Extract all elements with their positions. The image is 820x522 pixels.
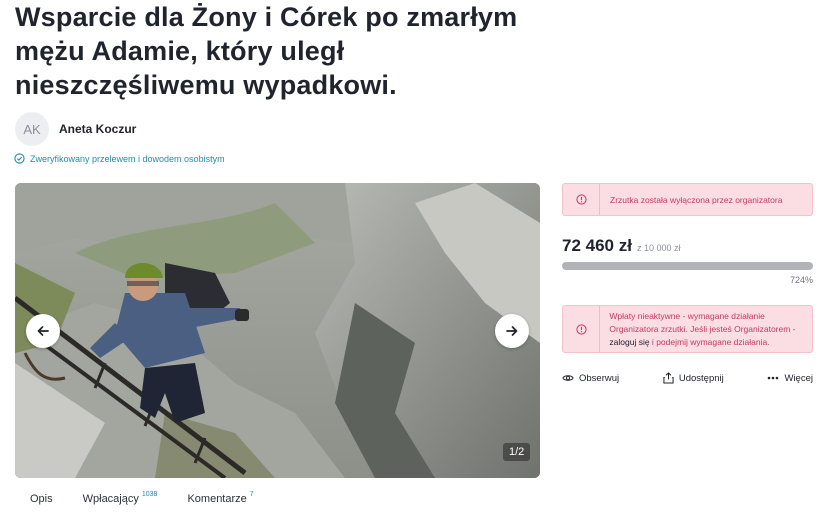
- alert-message: Wpłaty nieaktywne - wymagane działanie O…: [609, 310, 812, 349]
- funding-progress-bar: [562, 262, 813, 270]
- eye-icon: [562, 375, 574, 381]
- amount-raised: 72 460 zł: [562, 236, 632, 255]
- action-bar: Obserwuj Udostępnij Więcej: [562, 372, 813, 384]
- take-action-link[interactable]: podejmij wymagane działania: [656, 337, 767, 347]
- funding-amount: 72 460 zł z 10 000 zł: [562, 236, 680, 256]
- more-button[interactable]: Więcej: [767, 372, 813, 384]
- campaign-disabled-alert: Zrzutka została wyłączona przez organiza…: [562, 183, 813, 216]
- more-dots-icon: [768, 376, 779, 380]
- info-circle-icon: [575, 323, 587, 335]
- amount-goal: z 10 000 zł: [636, 243, 681, 253]
- avatar[interactable]: AK: [15, 112, 49, 146]
- tab-label: Komentarze: [187, 493, 247, 505]
- photo-gallery[interactable]: 1/2: [15, 183, 540, 478]
- arrow-right-icon: [506, 326, 518, 336]
- share-label: Udostępnij: [678, 372, 724, 384]
- alert-text-after: .: [767, 336, 770, 347]
- watch-button[interactable]: Obserwuj: [562, 372, 619, 384]
- check-circle-icon: [14, 153, 25, 164]
- watch-label: Obserwuj: [579, 372, 620, 384]
- tab-komentarze[interactable]: Komentarze 7: [187, 491, 254, 505]
- previous-photo-button[interactable]: [26, 314, 60, 348]
- tab-count: 1038: [141, 491, 158, 498]
- tab-label: Wpłacający: [82, 493, 139, 505]
- share-icon: [663, 372, 674, 384]
- tab-label: Opis: [30, 493, 53, 505]
- alert-text: Zrzutka została wyłączona przez organiza…: [610, 194, 783, 205]
- tab-wplacajacy[interactable]: Wpłacający 1038: [82, 491, 158, 505]
- tab-opis[interactable]: Opis: [30, 493, 53, 505]
- tab-count: 7: [249, 491, 254, 498]
- arrow-left-icon: [37, 326, 49, 336]
- photo-counter: 1/2: [503, 443, 531, 461]
- progress-fill: [562, 262, 813, 270]
- info-circle-icon: [575, 194, 587, 205]
- verified-badge: Zweryfikowany przelewem i dowodem osobis…: [14, 153, 225, 164]
- more-label: Więcej: [784, 372, 813, 384]
- campaign-photo: [15, 183, 540, 478]
- author-name[interactable]: Aneta Koczur: [59, 122, 136, 136]
- campaign-title: Wsparcie dla Żony i Córek po zmarłym męż…: [15, 2, 518, 100]
- author-block[interactable]: AK Aneta Koczur: [15, 112, 136, 146]
- login-link[interactable]: zaloguj się: [609, 337, 649, 347]
- alert-text-before: Wpłaty nieaktywne - wymagane działanie O…: [609, 310, 796, 334]
- campaign-tabs: Opis Wpłacający 1038 Komentarze 7: [15, 491, 284, 505]
- verified-text: Zweryfikowany przelewem i dowodem osobis…: [30, 153, 225, 164]
- next-photo-button[interactable]: [495, 314, 529, 348]
- share-button[interactable]: Udostępnij: [663, 372, 724, 384]
- funding-percent: 724%: [789, 275, 813, 285]
- payments-inactive-alert: Wpłaty nieaktywne - wymagane działanie O…: [562, 305, 813, 353]
